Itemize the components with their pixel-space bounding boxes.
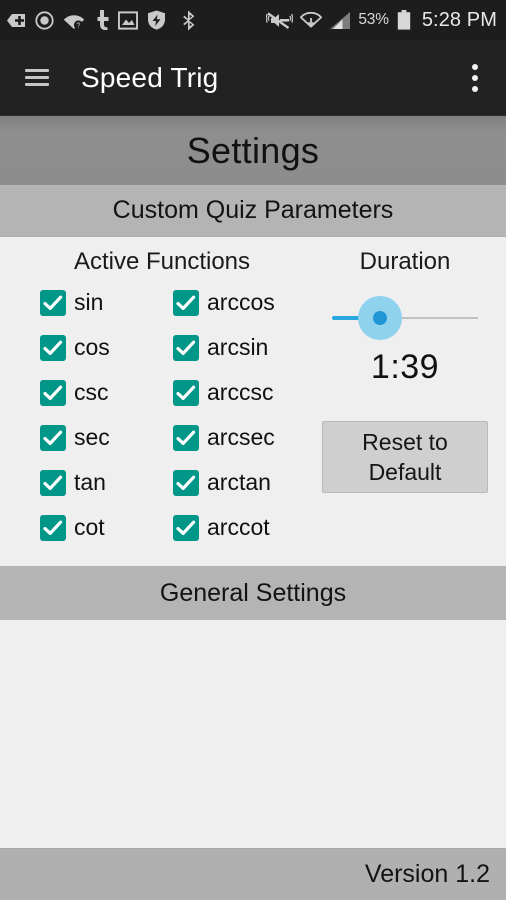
section-header-custom-quiz: Custom Quiz Parameters xyxy=(0,185,506,237)
checkbox-checked-icon[interactable] xyxy=(40,514,66,541)
status-bar: ? 53% 5:28 PM xyxy=(0,0,506,40)
checkbox-checked-icon[interactable] xyxy=(40,334,66,361)
checkbox-checked-icon[interactable] xyxy=(40,379,66,406)
target-circle-icon xyxy=(35,10,54,30)
function-label: cos xyxy=(74,334,110,360)
checkbox-checked-icon[interactable] xyxy=(173,334,199,361)
bluetooth-icon xyxy=(182,9,196,31)
checkbox-checked-icon[interactable] xyxy=(173,469,199,496)
section-header-general-settings: General Settings xyxy=(0,566,506,620)
function-label: arcsec xyxy=(207,424,275,450)
active-functions-grid: sin arccos cos arcsin csc arccsc sec arcsec tan a… xyxy=(0,289,320,541)
checkbox-checked-icon[interactable] xyxy=(173,289,199,316)
function-checkbox-item[interactable]: sin xyxy=(40,289,173,316)
function-checkbox-item[interactable]: arccsc xyxy=(173,379,320,406)
shield-flash-icon xyxy=(147,10,166,30)
cellular-signal-icon xyxy=(329,11,351,30)
function-label: arctan xyxy=(207,469,271,495)
function-checkbox-item[interactable]: cos xyxy=(40,334,173,361)
function-checkbox-item[interactable]: arctan xyxy=(173,469,320,496)
function-checkbox-item[interactable]: arcsec xyxy=(173,424,320,451)
active-functions-column: Active Functions sin arccos cos arcsin csc ar… xyxy=(0,248,320,566)
function-label: cot xyxy=(74,514,105,540)
checkbox-checked-icon[interactable] xyxy=(173,424,199,451)
function-label: csc xyxy=(74,379,109,405)
status-bar-right-icons: 53% 5:28 PM xyxy=(266,9,497,32)
checkbox-checked-icon[interactable] xyxy=(173,514,199,541)
duration-slider[interactable] xyxy=(332,296,478,340)
general-settings-body xyxy=(0,620,506,848)
duration-heading: Duration xyxy=(359,248,451,275)
version-bar: Version 1.2 xyxy=(0,848,506,900)
active-functions-heading: Active Functions xyxy=(73,248,251,275)
hamburger-menu-icon[interactable] xyxy=(25,69,49,86)
wifi-download-icon xyxy=(300,10,323,30)
screenshot-image-icon xyxy=(118,10,138,30)
checkbox-checked-icon[interactable] xyxy=(40,289,66,316)
function-checkbox-item[interactable]: cot xyxy=(40,514,173,541)
checkbox-checked-icon[interactable] xyxy=(40,469,66,496)
tango-phone-icon xyxy=(94,10,109,30)
function-label: arccos xyxy=(207,289,275,315)
function-label: sin xyxy=(74,289,104,315)
checkbox-checked-icon[interactable] xyxy=(173,379,199,406)
add-tag-icon xyxy=(6,11,26,30)
app-root: ? 53% 5:28 PM Speed Trig Settings Custom… xyxy=(0,0,506,900)
app-title: Speed Trig xyxy=(81,61,219,93)
reset-to-default-button[interactable]: Reset to Default xyxy=(322,421,488,493)
section-header-general-settings-label: General Settings xyxy=(159,578,347,607)
wifi-unknown-icon: ? xyxy=(63,11,85,30)
checkbox-checked-icon[interactable] xyxy=(40,424,66,451)
volume-mute-vibrate-icon xyxy=(266,11,294,30)
function-checkbox-item[interactable]: arccos xyxy=(173,289,320,316)
function-label: arccsc xyxy=(207,379,274,405)
status-bar-clock: 5:28 PM xyxy=(421,8,497,31)
duration-value: 1:39 xyxy=(370,348,440,386)
function-label: sec xyxy=(74,424,110,450)
function-label: arcsin xyxy=(207,334,269,360)
overflow-menu-icon[interactable] xyxy=(466,58,484,98)
page-title-band: Settings xyxy=(0,116,506,185)
svg-text:?: ? xyxy=(77,22,81,29)
custom-quiz-section: Active Functions sin arccos cos arcsin csc ar… xyxy=(0,237,506,566)
function-checkbox-item[interactable]: arccot xyxy=(173,514,320,541)
page-title: Settings xyxy=(186,129,320,171)
function-checkbox-item[interactable]: arcsin xyxy=(173,334,320,361)
duration-column: Duration 1:39 Reset to Default xyxy=(320,248,506,566)
status-bar-left-icons: ? xyxy=(6,9,266,31)
section-header-custom-quiz-label: Custom Quiz Parameters xyxy=(112,196,394,224)
function-label: arccot xyxy=(207,514,270,540)
battery-percent-label: 53% xyxy=(358,11,389,28)
function-checkbox-item[interactable]: sec xyxy=(40,424,173,451)
version-label: Version 1.2 xyxy=(364,860,490,888)
battery-icon xyxy=(397,10,411,30)
function-checkbox-item[interactable]: tan xyxy=(40,469,173,496)
app-bar: Speed Trig xyxy=(0,40,506,116)
function-checkbox-item[interactable]: csc xyxy=(40,379,173,406)
function-label: tan xyxy=(74,469,106,495)
